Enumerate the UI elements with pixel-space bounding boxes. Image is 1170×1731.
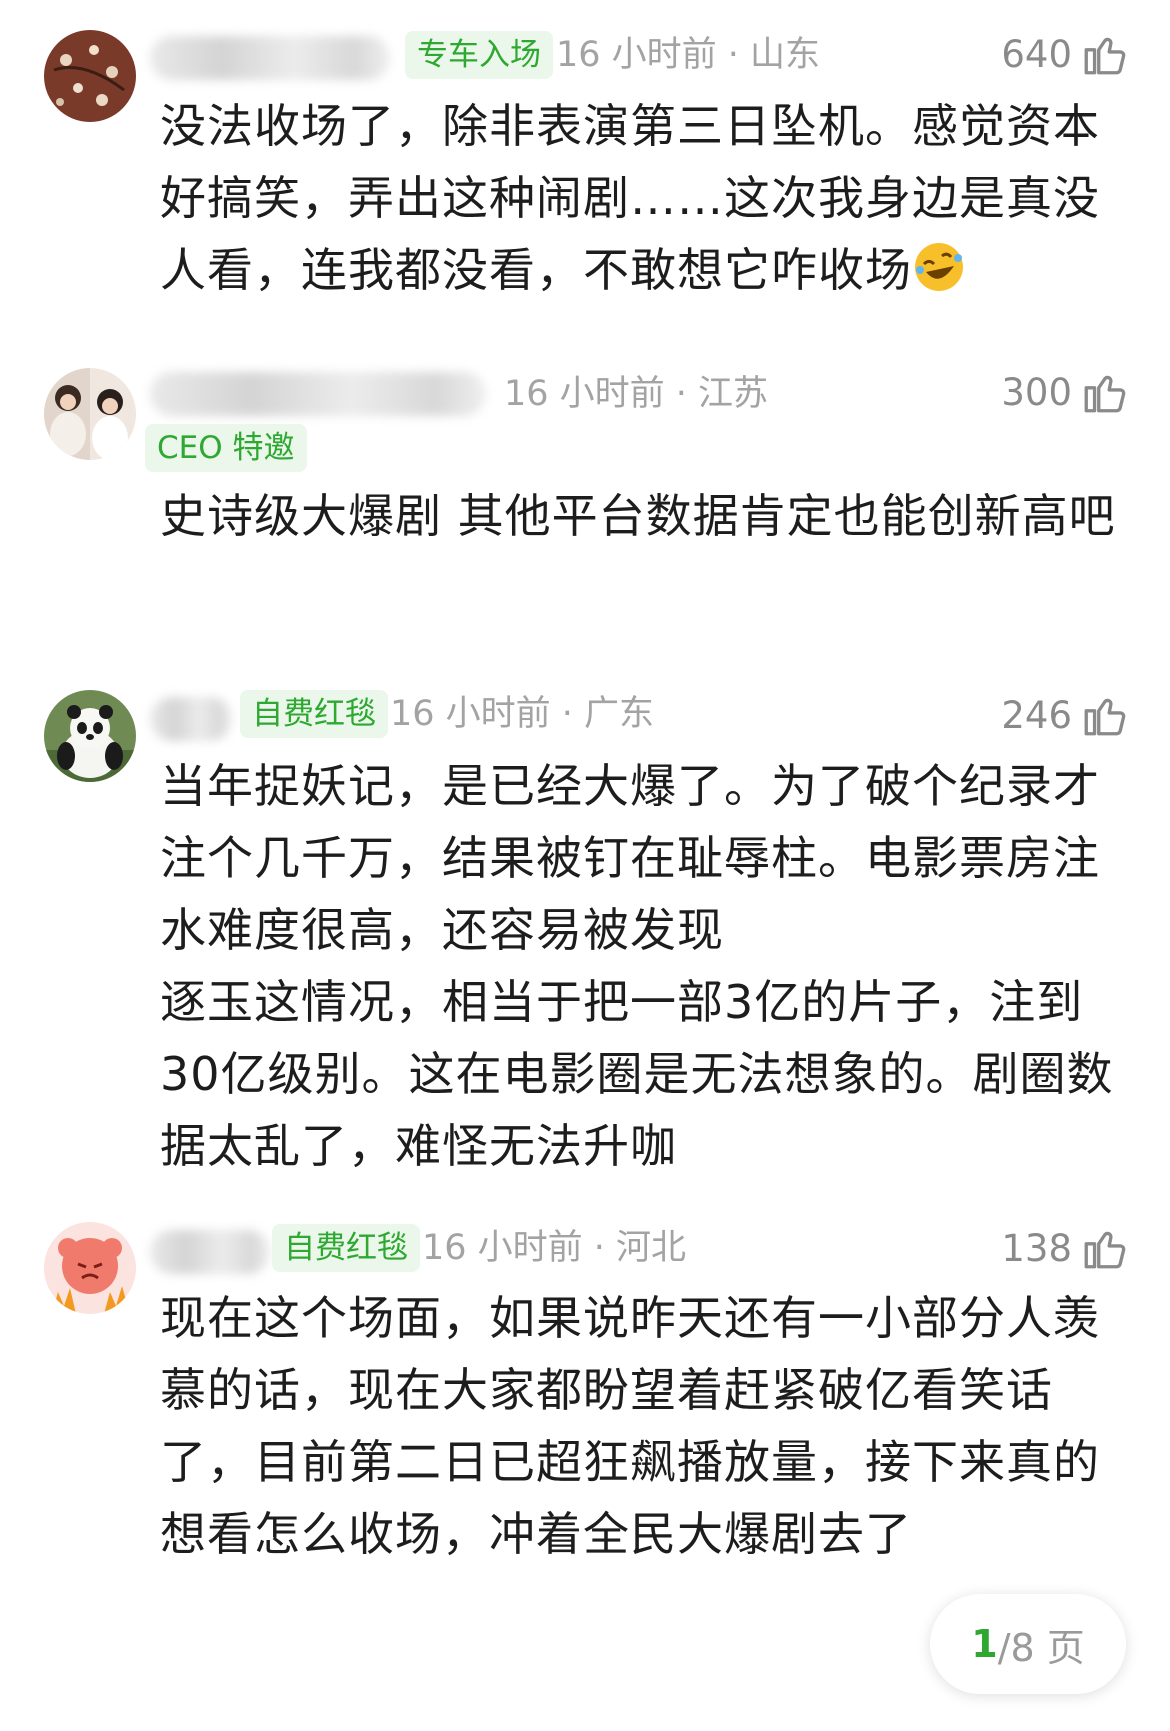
comment-text: 现在这个场面，如果说昨天还有一小部分人羡慕的话，现在大家都盼望着赶紧破亿看笑话了… [160, 1282, 1120, 1570]
avatar[interactable] [44, 690, 136, 782]
like-button[interactable]: 300 [1001, 364, 1130, 420]
like-button[interactable]: 640 [1001, 26, 1130, 82]
page-indicator[interactable]: 1 /8 页 [930, 1594, 1126, 1694]
comment-paragraph: 当年捉妖记，是已经大爆了。为了破个纪录才注个几千万，结果被钉在耻辱柱。电影票房注… [160, 759, 1100, 957]
username-blurred[interactable] [150, 1230, 270, 1274]
comment-text: 没法收场了，除非表演第三日坠机。感觉资本好搞笑，弄出这种闹剧……这次我身边是真没… [160, 90, 1120, 306]
like-count: 138 [1001, 1226, 1072, 1270]
comment-meta: 16 小时前 · 江苏 [504, 374, 769, 414]
comment-paragraph: 现在这个场面，如果说昨天还有一小部分人羡慕的话，现在大家都盼望着赶紧破亿看笑话了… [160, 1291, 1100, 1561]
username-blurred[interactable] [150, 372, 486, 416]
like-button[interactable]: 138 [1001, 1220, 1130, 1276]
comment-meta: 16 小时前 · 河北 [422, 1228, 687, 1268]
current-page: 1 [971, 1622, 998, 1666]
thumbs-up-icon [1080, 29, 1130, 79]
comment-paragraph: 史诗级大爆剧 其他平台数据肯定也能创新高吧 [160, 489, 1116, 543]
like-count: 640 [1001, 32, 1072, 76]
avatar[interactable] [44, 1222, 136, 1314]
user-badge: 自费红毯 [240, 690, 388, 738]
comment-meta: 16 小时前 · 山东 [556, 35, 821, 75]
like-count: 246 [1001, 693, 1072, 737]
total-pages: /8 页 [997, 1625, 1085, 1670]
username-blurred[interactable] [150, 36, 390, 80]
comment-paragraph: 逐玉这情况，相当于把一部3亿的片子，注到30亿级别。这在电影圈是无法想象的。剧圈… [160, 975, 1114, 1173]
thumbs-up-icon [1080, 1223, 1130, 1273]
like-button[interactable]: 246 [1001, 687, 1130, 743]
rolling-on-floor-laughing-emoji [912, 240, 966, 294]
avatar[interactable] [44, 368, 136, 460]
username-blurred[interactable] [150, 697, 232, 741]
comment-meta: 16 小时前 · 广东 [390, 694, 655, 734]
user-badge: 自费红毯 [272, 1224, 420, 1272]
user-badge: 专车入场 [405, 31, 553, 79]
thumbs-up-icon [1080, 367, 1130, 417]
user-badge: CEO 特邀 [145, 424, 307, 472]
avatar[interactable] [44, 30, 136, 122]
like-count: 300 [1001, 370, 1072, 414]
comment-text: 史诗级大爆剧 其他平台数据肯定也能创新高吧 [160, 480, 1120, 552]
comment-text: 当年捉妖记，是已经大爆了。为了破个纪录才注个几千万，结果被钉在耻辱柱。电影票房注… [160, 750, 1120, 1182]
thumbs-up-icon [1080, 690, 1130, 740]
